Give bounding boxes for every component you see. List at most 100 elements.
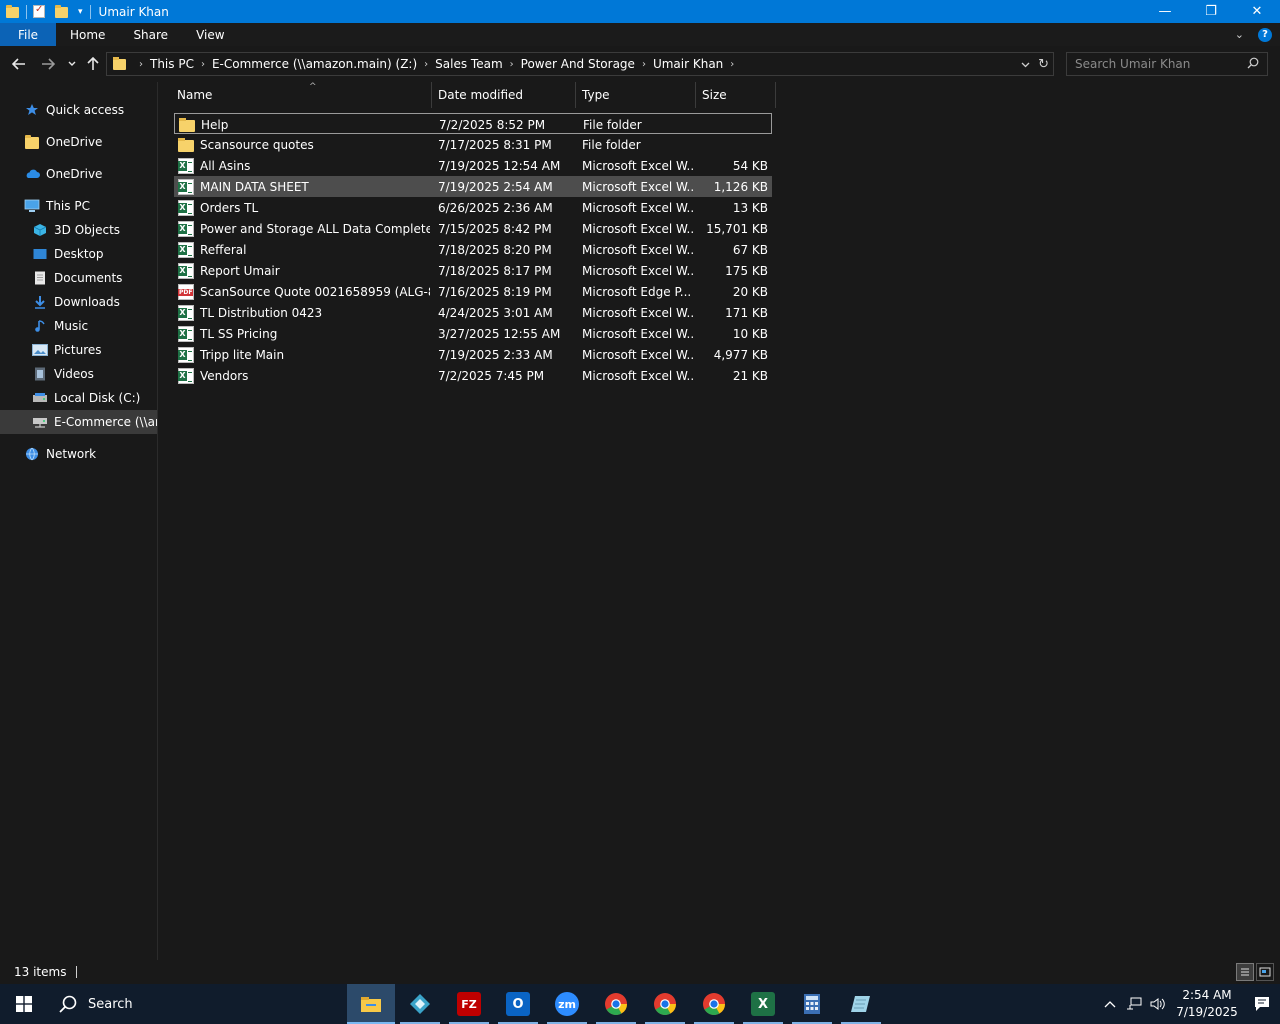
file-row[interactable]: Scansource quotes 7/17/2025 8:31 PM File f… bbox=[174, 134, 772, 155]
file-name-cell: Tripp lite Main bbox=[178, 344, 430, 365]
nav-item-ecommerce-drive[interactable]: E-Commerce (\\am bbox=[0, 410, 157, 434]
file-date: 7/17/2025 8:31 PM bbox=[438, 137, 552, 152]
breadcrumb-separator[interactable]: › bbox=[723, 59, 741, 70]
nav-item-network[interactable]: Network bbox=[0, 442, 157, 466]
excel-file-icon bbox=[178, 325, 194, 342]
file-row[interactable]: TL SS Pricing 3/27/2025 12:55 AM Microsoft… bbox=[174, 323, 772, 344]
start-button[interactable] bbox=[0, 984, 48, 1024]
file-row[interactable]: TL Distribution 0423 4/24/2025 3:01 AM Mic… bbox=[174, 302, 772, 323]
nav-item-quick-access[interactable]: Quick access bbox=[0, 98, 157, 122]
properties-icon[interactable] bbox=[33, 4, 47, 19]
taskbar-app-label: X bbox=[751, 992, 775, 1016]
search-input[interactable]: Search Umair Khan bbox=[1075, 57, 1190, 71]
breadcrumb-separator[interactable]: › bbox=[503, 59, 521, 70]
file-row[interactable]: Vendors 7/2/2025 7:45 PM Microsoft Excel W… bbox=[174, 365, 772, 386]
nav-item-3d-objects[interactable]: 3D Objects bbox=[0, 218, 157, 242]
location-folder-icon bbox=[113, 56, 126, 70]
file-name-cell: Orders TL bbox=[178, 197, 430, 218]
taskbar-search[interactable]: Search bbox=[48, 984, 168, 1024]
address-bar[interactable]: › This PC › E-Commerce (\\amazon.main) (… bbox=[106, 52, 1054, 76]
taskbar-app-button[interactable] bbox=[641, 984, 689, 1024]
file-row[interactable]: ScanSource Quote 0021658959 (ALG-8301) 7/… bbox=[174, 281, 772, 302]
tab-share[interactable]: Share bbox=[119, 23, 182, 46]
breadcrumb-separator[interactable]: › bbox=[194, 59, 212, 70]
network-status-icon[interactable] bbox=[1122, 997, 1146, 1011]
file-row[interactable]: Power and Storage ALL Data Complete Q3 7/… bbox=[174, 218, 772, 239]
breadcrumb-separator[interactable]: › bbox=[417, 59, 435, 70]
address-history-chevron-icon[interactable] bbox=[1021, 58, 1030, 71]
breadcrumb-sales-team[interactable]: Sales Team bbox=[435, 57, 502, 71]
nav-item-downloads[interactable]: Downloads bbox=[0, 290, 157, 314]
file-type: File folder bbox=[582, 137, 641, 152]
breadcrumb-umair-khan[interactable]: Umair Khan bbox=[653, 57, 723, 71]
help-icon[interactable]: ? bbox=[1258, 27, 1272, 42]
excel-file-icon bbox=[178, 220, 194, 237]
refresh-icon[interactable]: ↻ bbox=[1038, 57, 1049, 72]
taskbar-app-button[interactable] bbox=[837, 984, 885, 1024]
search-icon[interactable] bbox=[1247, 57, 1259, 69]
nav-item-videos[interactable]: Videos bbox=[0, 362, 157, 386]
file-row[interactable]: Orders TL 6/26/2025 2:36 AM Microsoft Exce… bbox=[174, 197, 772, 218]
file-row[interactable]: MAIN DATA SHEET 7/19/2025 2:54 AM Microsof… bbox=[174, 176, 772, 197]
taskbar-app-button[interactable] bbox=[690, 984, 738, 1024]
taskbar-app-button[interactable] bbox=[396, 984, 444, 1024]
file-type: Microsoft Excel W... bbox=[582, 368, 694, 383]
file-row[interactable]: Tripp lite Main 7/19/2025 2:33 AM Microsof… bbox=[174, 344, 772, 365]
column-header-name[interactable]: Name ^ bbox=[171, 82, 432, 108]
maximize-button[interactable]: ❐ bbox=[1188, 0, 1234, 23]
taskbar-app-button[interactable]: FZ bbox=[445, 984, 493, 1024]
nav-item-pictures[interactable]: Pictures bbox=[0, 338, 157, 362]
taskbar-app-button[interactable] bbox=[592, 984, 640, 1024]
taskbar-app-button[interactable] bbox=[788, 984, 836, 1024]
nav-item-onedrive-folder[interactable]: OneDrive bbox=[0, 130, 157, 154]
column-header-date[interactable]: Date modified bbox=[432, 82, 576, 108]
file-row[interactable]: All Asins 7/19/2025 12:54 AM Microsoft Exc… bbox=[174, 155, 772, 176]
nav-item-onedrive-cloud[interactable]: OneDrive bbox=[0, 162, 157, 186]
new-folder-icon[interactable] bbox=[55, 4, 69, 19]
nav-item-music[interactable]: Music bbox=[0, 314, 157, 338]
breadcrumb-separator[interactable]: › bbox=[635, 59, 653, 70]
status-separator bbox=[76, 966, 78, 978]
file-name: All Asins bbox=[200, 158, 251, 173]
nav-item-local-disk[interactable]: Local Disk (C:) bbox=[0, 386, 157, 410]
nav-item-documents[interactable]: Documents bbox=[0, 266, 157, 290]
excel-file-icon bbox=[178, 157, 194, 174]
taskbar-app-button[interactable]: O bbox=[494, 984, 542, 1024]
up-arrow-icon[interactable] bbox=[82, 54, 104, 74]
breadcrumb-power-and-storage[interactable]: Power And Storage bbox=[521, 57, 635, 71]
back-arrow-icon[interactable] bbox=[8, 54, 30, 74]
details-view-icon bbox=[1241, 968, 1249, 976]
tab-view[interactable]: View bbox=[182, 23, 238, 46]
column-header-type[interactable]: Type bbox=[576, 82, 696, 108]
expand-ribbon-icon[interactable]: ⌄ bbox=[1235, 28, 1244, 41]
details-view-button[interactable] bbox=[1236, 963, 1254, 981]
volume-icon[interactable] bbox=[1146, 997, 1170, 1011]
recent-locations-icon[interactable] bbox=[61, 54, 83, 74]
large-icons-view-button[interactable] bbox=[1256, 963, 1274, 981]
tab-file[interactable]: File bbox=[0, 23, 56, 46]
file-size: 20 KB bbox=[732, 284, 768, 299]
breadcrumb-separator[interactable]: › bbox=[132, 59, 150, 70]
column-header-size[interactable]: Size bbox=[696, 82, 776, 108]
file-row[interactable]: Help 7/2/2025 8:52 PM File folder bbox=[174, 113, 772, 134]
forward-arrow-icon[interactable] bbox=[37, 54, 59, 74]
tab-home[interactable]: Home bbox=[56, 23, 119, 46]
nav-item-desktop[interactable]: Desktop bbox=[0, 242, 157, 266]
nav-item-this-pc[interactable]: This PC bbox=[0, 194, 157, 218]
notification-center-icon[interactable] bbox=[1244, 996, 1280, 1012]
column-header-label: Name bbox=[177, 88, 213, 102]
minimize-button[interactable]: — bbox=[1142, 0, 1188, 23]
clock[interactable]: 2:54 AM 7/19/2025 bbox=[1170, 987, 1244, 1021]
taskbar-app-button[interactable]: zm bbox=[543, 984, 591, 1024]
taskbar-app-button[interactable]: X bbox=[739, 984, 787, 1024]
search-box[interactable]: Search Umair Khan bbox=[1066, 52, 1268, 76]
taskbar-app-button[interactable] bbox=[347, 984, 395, 1024]
show-hidden-icons-chevron-icon[interactable] bbox=[1098, 1000, 1122, 1008]
customize-toolbar-icon[interactable]: ▾ bbox=[78, 7, 83, 17]
close-button[interactable]: ✕ bbox=[1234, 0, 1280, 23]
network-icon bbox=[24, 446, 40, 462]
file-row[interactable]: Refferal 7/18/2025 8:20 PM Microsoft Excel… bbox=[174, 239, 772, 260]
breadcrumb-this-pc[interactable]: This PC bbox=[150, 57, 194, 71]
file-row[interactable]: Report Umair 7/18/2025 8:17 PM Microsoft E… bbox=[174, 260, 772, 281]
breadcrumb-ecommerce[interactable]: E-Commerce (\\amazon.main) (Z:) bbox=[212, 57, 417, 71]
